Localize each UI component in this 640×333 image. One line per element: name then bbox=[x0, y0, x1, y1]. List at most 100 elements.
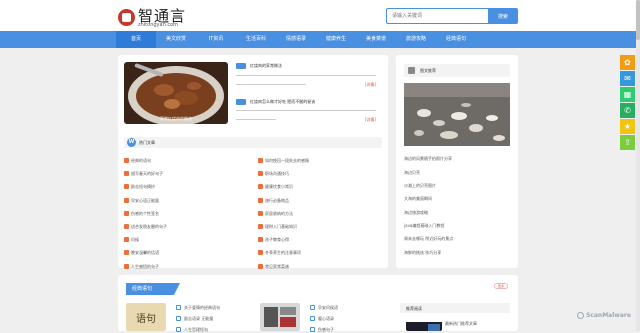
beach-photo bbox=[404, 83, 510, 146]
list-item[interactable]: 问候 bbox=[124, 237, 244, 243]
list-item[interactable]: 如何挽回一段失去的感情 bbox=[258, 158, 378, 164]
quote-image: 语句 bbox=[126, 303, 166, 331]
list-item-label[interactable]: 人生感悟的句子 bbox=[131, 264, 159, 270]
site-logo[interactable]: 智通言 zhitongyan.com bbox=[118, 6, 190, 30]
list-item-label[interactable]: 常见家常菜谱 bbox=[265, 264, 289, 270]
post-title[interactable]: 红烧肉的家常做法 bbox=[250, 63, 282, 69]
search-button[interactable]: 搜索 bbox=[488, 8, 518, 24]
featured-post[interactable]: 红烧肉怎么做才好吃 肥而不腻的秘诀 [详情] bbox=[236, 99, 376, 129]
list-item-label[interactable]: 励志短句摘抄 bbox=[131, 184, 155, 190]
post-more-link[interactable]: [详情] bbox=[365, 82, 376, 88]
screenshot-image bbox=[260, 303, 300, 331]
search-input[interactable] bbox=[386, 8, 488, 24]
list-item-label[interactable]: 问候 bbox=[131, 237, 139, 243]
list-item-label[interactable]: 冬季养生的注意事项 bbox=[265, 250, 301, 256]
list-item[interactable]: 伤感的个性签名 bbox=[124, 211, 244, 217]
list-item[interactable]: 职场沟通技巧 bbox=[258, 171, 378, 177]
qzone-share-button[interactable]: ▦ bbox=[620, 87, 635, 102]
tab-quotes[interactable]: 经典语句 bbox=[126, 283, 180, 295]
sidebar-link[interactable]: 海边的风景随手拍照片分享 bbox=[404, 156, 452, 162]
list-item-label[interactable]: 职场沟通技巧 bbox=[265, 171, 289, 177]
sidebar-link[interactable]: 海鲜的挑选 技巧分享 bbox=[404, 250, 441, 256]
nav-item[interactable]: 经典语句 bbox=[436, 31, 476, 48]
sidebar-link[interactable]: 海边旅游攻略 bbox=[404, 210, 428, 216]
nav-item-home[interactable]: 首页 bbox=[116, 31, 156, 48]
featured-image[interactable]: 家常红烧肉的做法 bbox=[124, 62, 228, 124]
image-icon bbox=[408, 67, 415, 74]
nav-item[interactable]: 旅游攻略 bbox=[396, 31, 436, 48]
more-link[interactable]: 更多 bbox=[494, 283, 508, 289]
list-item[interactable]: 早安心语正能量 bbox=[124, 198, 244, 204]
scrollbar-thumb[interactable] bbox=[636, 0, 640, 40]
bullet-icon bbox=[124, 237, 129, 242]
list-item[interactable]: 家居收纳的方法 bbox=[258, 211, 378, 217]
list-item[interactable]: 旅行必备物品 bbox=[258, 198, 378, 204]
section-title: 热门文章 bbox=[139, 140, 155, 145]
list-item-label[interactable]: 适合发朋友圈的句子 bbox=[131, 224, 167, 230]
nav-item[interactable]: IT资讯 bbox=[196, 31, 236, 48]
list-item-label[interactable]: 健康饮食小常识 bbox=[265, 184, 293, 190]
list-item-label[interactable]: 晚安温馨的话语 bbox=[131, 250, 159, 256]
list-item[interactable]: 经典的语句 bbox=[124, 158, 244, 164]
sidebar-link[interactable]: 沙滩上的贝壳图片 bbox=[404, 183, 436, 189]
sidebar-link[interactable]: java编程基础入门教程 bbox=[404, 223, 444, 229]
recommend-link[interactable]: 最新热门推荐文章 bbox=[445, 321, 477, 327]
list-item-label[interactable]: 家居收纳的方法 bbox=[265, 211, 293, 217]
post-excerpt-line bbox=[236, 84, 306, 85]
list-item-label[interactable]: 经典的语句 bbox=[131, 158, 151, 164]
list-item-label[interactable]: 早安问候语 bbox=[318, 305, 338, 311]
favorite-share-button[interactable]: ★ bbox=[620, 119, 635, 134]
list-item-label[interactable]: 励志语录 正能量 bbox=[184, 316, 213, 322]
list-item[interactable]: 常见家常菜谱 bbox=[258, 264, 378, 270]
list-item-label[interactable]: 孩子教育心得 bbox=[265, 237, 289, 243]
list-item-label[interactable]: 伤感句子 bbox=[318, 327, 334, 333]
sidebar-link[interactable]: 大海的美丽瞬间 bbox=[404, 196, 432, 202]
bullet-icon bbox=[258, 237, 263, 242]
list-item[interactable]: 适合发朋友圈的句子 bbox=[124, 224, 244, 230]
nav-item[interactable]: 生活百科 bbox=[236, 31, 276, 48]
list-item[interactable]: 理财入门基础知识 bbox=[258, 224, 378, 230]
list-item[interactable]: 健康饮食小常识 bbox=[258, 184, 378, 190]
list-item-label[interactable]: 旅行必备物品 bbox=[265, 198, 289, 204]
recommend-thumbnail[interactable] bbox=[406, 319, 442, 331]
list-item[interactable]: 孩子教育心得 bbox=[258, 237, 378, 243]
qq-share-button[interactable]: ✉ bbox=[620, 71, 635, 86]
list-item-label[interactable]: 暖心语录 bbox=[318, 316, 334, 322]
weibo-share-button[interactable]: ✿ bbox=[620, 55, 635, 70]
page-scrollbar[interactable] bbox=[636, 0, 640, 331]
sidebar-card: 图文推荐 海边的风景随手拍照片分享 海边贝壳 沙滩上的贝壳图片 大海的美丽瞬间 … bbox=[396, 55, 518, 268]
nav-item[interactable]: 健康养生 bbox=[316, 31, 356, 48]
list-item-label[interactable]: 如何挽回一段失去的感情 bbox=[265, 158, 309, 164]
bullet-icon bbox=[258, 198, 263, 203]
share-share-button[interactable]: ⇪ bbox=[620, 135, 635, 150]
list-item-label[interactable]: 早安心语正能量 bbox=[131, 198, 159, 204]
list-item[interactable]: 冬季养生的注意事项 bbox=[258, 250, 378, 256]
checkbox-icon bbox=[176, 327, 181, 332]
quote-thumbnail[interactable] bbox=[260, 303, 300, 331]
post-excerpt-line bbox=[236, 110, 376, 111]
list-item-label[interactable]: 人生哲理短句 bbox=[184, 327, 208, 333]
post-more-link[interactable]: [详情] bbox=[365, 117, 376, 123]
sidebar-featured-image[interactable] bbox=[404, 83, 510, 146]
list-item[interactable]: 励志短句摘抄 bbox=[124, 184, 244, 190]
nav-item[interactable]: 美文欣赏 bbox=[156, 31, 196, 48]
list-item-label[interactable]: 理财入门基础知识 bbox=[265, 224, 297, 230]
list-item[interactable]: 人生感悟的句子 bbox=[124, 264, 244, 270]
list-item-label[interactable]: 伤感的个性签名 bbox=[131, 211, 159, 217]
featured-post[interactable]: 红烧肉的家常做法 [详情] bbox=[236, 63, 376, 93]
wechat-share-button[interactable]: ✆ bbox=[620, 103, 635, 118]
sidebar-link[interactable]: 周末去哪玩 附近好玩的景点 bbox=[404, 236, 453, 242]
list-item[interactable]: 描写春天的好句子 bbox=[124, 171, 244, 177]
sidebar-link[interactable]: 海边贝壳 bbox=[404, 170, 420, 176]
list-item-label[interactable]: 描写春天的好句子 bbox=[131, 171, 163, 177]
quote-thumbnail[interactable]: 语句 bbox=[126, 303, 166, 331]
nav-item[interactable]: 情感语录 bbox=[276, 31, 316, 48]
hot-articles-header: W 热门文章 bbox=[124, 137, 382, 148]
qq-icon: ✉ bbox=[624, 74, 631, 83]
logo-icon bbox=[118, 9, 135, 26]
list-item[interactable]: 晚安温馨的话语 bbox=[124, 250, 244, 256]
post-title[interactable]: 红烧肉怎么做才好吃 肥而不腻的秘诀 bbox=[250, 99, 315, 105]
nav-item[interactable]: 美食菜谱 bbox=[356, 31, 396, 48]
watermark-icon bbox=[577, 312, 584, 319]
list-item-label[interactable]: 关于爱情的经典语句 bbox=[184, 305, 220, 311]
